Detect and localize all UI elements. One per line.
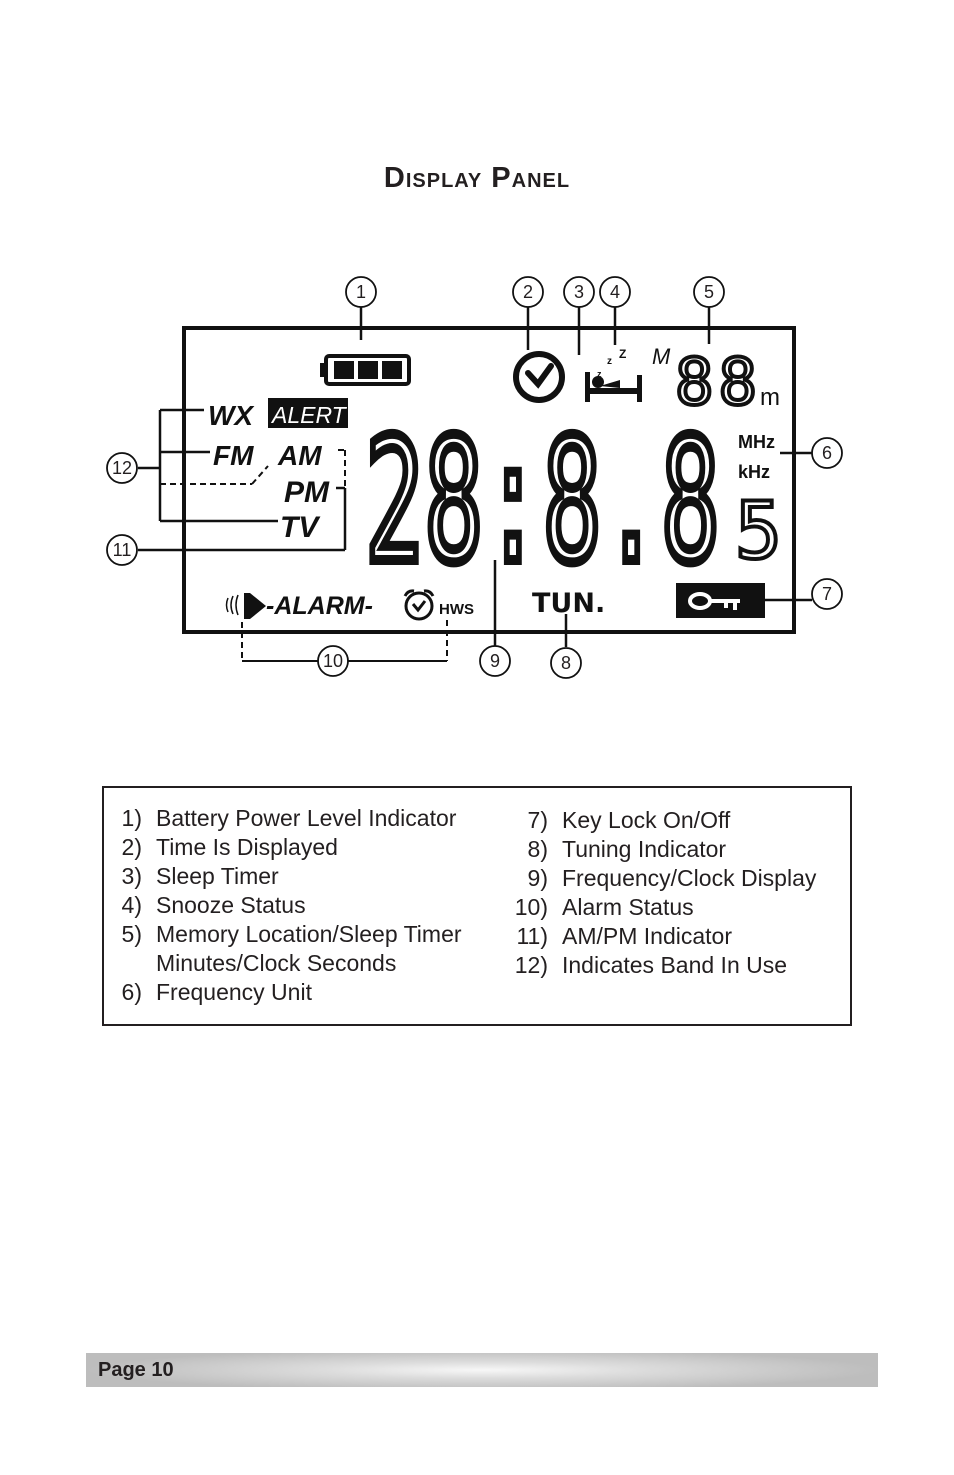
khz-label: kHz [738,462,770,482]
battery-icon [320,354,411,386]
wx-label: WX [208,400,255,431]
callout-2: 2 [512,276,544,308]
svg-text:10: 10 [323,651,343,671]
svg-text:1: 1 [356,282,366,302]
svg-text:7: 7 [822,584,832,604]
legend-box: 1) Battery Power Level Indicator 2) Time I… [102,786,852,1026]
legend-item: 6) Frequency Unit [121,979,312,1005]
callout-6: 6 [811,437,843,469]
svg-text:6: 6 [822,443,832,463]
legend-item: 11) AM/PM Indicator [516,923,732,949]
callout-1: 1 [345,276,377,308]
svg-text:z: z [607,356,612,367]
hws-label: HWS [439,601,474,618]
legend-right-column: 7) Key Lock On/Off 8) Tuning Indicator 9) F… [512,806,817,980]
svg-text:5: 5 [704,282,714,302]
svg-text:8: 8 [561,653,571,673]
callout-12: 12 [106,452,138,484]
svg-text:12: 12 [112,458,132,478]
svg-text:9: 9 [490,651,500,671]
callout-8: 8 [550,647,582,679]
legend-item: 1) Battery Power Level Indicator [121,805,457,831]
svg-text:4: 4 [610,282,620,302]
legend-left-column: 1) Battery Power Level Indicator 2) Time I… [120,804,462,1007]
footer-bar: Page 10 [86,1353,878,1387]
memory-suffix: m [760,384,780,411]
snooze-icon: z z Z [597,347,626,379]
tuning-label: TUN. [532,588,605,619]
legend-item: 12) Indicates Band In Use [514,952,788,978]
sub-digit: 5 [735,487,782,577]
svg-text:Z: Z [619,347,626,361]
svg-text:11: 11 [113,540,132,560]
legend-item-continuation: Minutes/Clock Seconds [156,950,397,976]
display-panel-diagram: z z Z M 88 m WX ALERT FM AM PM TV 28:8.8… [106,276,843,679]
legend-item: 4) Snooze Status [121,892,306,918]
callout-3: 3 [563,276,595,308]
callout-11: 11 [106,534,138,566]
am-label: AM [277,440,322,471]
callout-9: 9 [479,645,511,677]
legend-item: 8) Tuning Indicator [527,836,727,862]
callout-4: 4 [599,276,631,308]
alarm-label: -ALARM- [266,592,373,620]
legend-item: 5) Memory Location/Sleep Timer [121,921,462,947]
speaker-icon [225,593,266,619]
callout-7: 7 [811,578,843,610]
alert-label: ALERT [270,402,348,428]
page-number: Page 10 [98,1359,174,1381]
svg-text:3: 3 [574,282,584,302]
legend-item: 3) Sleep Timer [121,863,279,889]
clock-icon [513,351,565,403]
callout-10: 10 [317,645,349,677]
fm-label: FM [213,440,254,471]
legend-item: 10) Alarm Status [514,894,694,920]
main-digits: 28:8.8 [365,403,720,601]
key-icon [676,583,765,618]
legend-item: 9) Frequency/Clock Display [527,865,817,891]
memory-prefix: M [652,344,671,369]
callout-5: 5 [693,276,725,308]
svg-text:2: 2 [523,282,533,302]
pm-label: PM [284,476,330,509]
legend-item: 7) Key Lock On/Off [527,807,731,833]
sleep-bed-icon [585,372,642,402]
legend-item: 2) Time Is Displayed [121,834,338,860]
tv-label: TV [280,511,321,544]
svg-text:z: z [597,369,602,379]
mhz-label: MHz [738,432,775,452]
